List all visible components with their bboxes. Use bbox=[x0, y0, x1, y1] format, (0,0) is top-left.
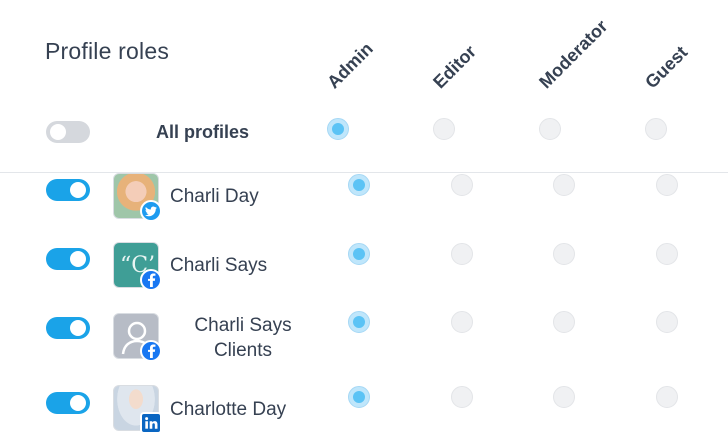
charli-day-moderator-radio[interactable] bbox=[553, 174, 575, 196]
all-profiles-admin-radio[interactable] bbox=[327, 118, 349, 140]
profile-name-charli-day: Charli Day bbox=[170, 186, 259, 207]
avatar-charli-says: “C” bbox=[113, 242, 162, 291]
profile-toggle-charli-says[interactable] bbox=[46, 248, 90, 270]
all-profiles-toggle[interactable] bbox=[46, 121, 90, 143]
column-header-moderator: Moderator bbox=[535, 15, 612, 93]
charli-says-clients-moderator-radio[interactable] bbox=[553, 311, 575, 333]
charlotte-day-editor-radio[interactable] bbox=[451, 386, 473, 408]
avatar-charli-says-clients bbox=[113, 313, 162, 362]
charli-says-clients-editor-radio[interactable] bbox=[451, 311, 473, 333]
twitter-icon bbox=[140, 200, 162, 222]
charlotte-day-guest-radio[interactable] bbox=[656, 386, 678, 408]
facebook-icon bbox=[140, 269, 162, 291]
charli-day-guest-radio[interactable] bbox=[656, 174, 678, 196]
all-profiles-editor-radio[interactable] bbox=[433, 118, 455, 140]
toggle-knob bbox=[50, 124, 66, 140]
charli-says-admin-radio[interactable] bbox=[348, 243, 370, 265]
charlotte-day-moderator-radio[interactable] bbox=[553, 386, 575, 408]
facebook-icon bbox=[140, 340, 162, 362]
linkedin-icon bbox=[140, 412, 162, 434]
profile-name-charlotte-day: Charlotte Day bbox=[170, 399, 287, 420]
profile-name-line2: Clients bbox=[213, 340, 273, 361]
column-header-guest: Guest bbox=[641, 42, 692, 93]
avatar-charli-day bbox=[113, 173, 162, 222]
profile-toggle-charli-day[interactable] bbox=[46, 179, 90, 201]
charli-day-editor-radio[interactable] bbox=[451, 174, 473, 196]
profile-toggle-charlotte-day[interactable] bbox=[46, 392, 90, 414]
charli-says-moderator-radio[interactable] bbox=[553, 243, 575, 265]
toggle-knob bbox=[70, 182, 86, 198]
profile-name-charli-says: Charli Says bbox=[170, 255, 268, 276]
all-profiles-moderator-radio[interactable] bbox=[539, 118, 561, 140]
header-divider bbox=[0, 172, 728, 173]
profile-toggle-charli-says-clients[interactable] bbox=[46, 317, 90, 339]
profile-name-line1: Charli Says bbox=[194, 315, 292, 336]
page-title: Profile roles bbox=[45, 38, 170, 64]
charli-day-admin-radio[interactable] bbox=[348, 174, 370, 196]
avatar-charlotte-day bbox=[113, 385, 162, 434]
all-profiles-guest-radio[interactable] bbox=[645, 118, 667, 140]
toggle-knob bbox=[70, 251, 86, 267]
column-header-admin: Admin bbox=[323, 38, 377, 93]
charli-says-clients-guest-radio[interactable] bbox=[656, 311, 678, 333]
charli-says-guest-radio[interactable] bbox=[656, 243, 678, 265]
charlotte-day-admin-radio[interactable] bbox=[348, 386, 370, 408]
profile-name-charli-says-clients: Charli Says Clients bbox=[180, 313, 306, 363]
toggle-knob bbox=[70, 395, 86, 411]
all-profiles-label: All profiles bbox=[156, 122, 250, 142]
charli-says-clients-admin-radio[interactable] bbox=[348, 311, 370, 333]
column-header-editor: Editor bbox=[429, 41, 481, 93]
toggle-knob bbox=[70, 320, 86, 336]
charli-says-editor-radio[interactable] bbox=[451, 243, 473, 265]
